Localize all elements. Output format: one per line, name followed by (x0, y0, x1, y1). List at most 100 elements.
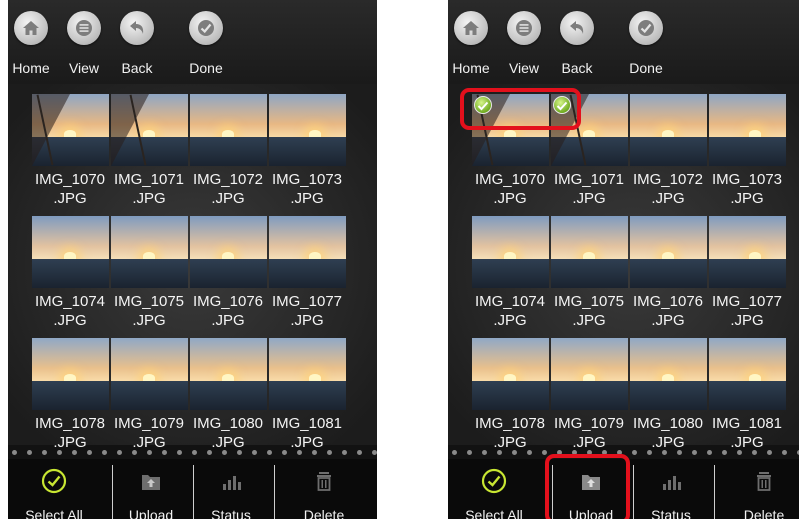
back-label: Back (561, 60, 593, 76)
page-dot (752, 450, 757, 455)
page-dot (312, 450, 317, 455)
photo-thumbnail[interactable] (32, 216, 109, 288)
photo-thumbnail[interactable] (111, 338, 188, 410)
photo-thumbnail[interactable] (551, 216, 628, 288)
page-dot (677, 450, 682, 455)
home-icon (454, 11, 488, 45)
page-dot (467, 450, 472, 455)
photo-thumbnail[interactable] (709, 338, 786, 410)
photo-thumbnail[interactable] (551, 338, 628, 410)
photo-thumbnail[interactable] (472, 216, 549, 288)
back-arrow-icon (120, 11, 154, 45)
photo-thumbnail[interactable] (190, 338, 267, 410)
status-label: Status (211, 507, 251, 519)
page-dot (207, 450, 212, 455)
photo-thumbnail[interactable] (630, 338, 707, 410)
home-icon (14, 11, 48, 45)
list-view-icon (67, 11, 101, 45)
upload-highlight (545, 454, 630, 519)
file-name-label: IMG_1072 .JPG (632, 171, 704, 207)
file-name-label: IMG_1079 .JPG (113, 415, 185, 451)
page-dots (8, 448, 377, 458)
page-dot (297, 450, 302, 455)
bar-chart-icon (223, 476, 241, 490)
back-button[interactable]: Back (547, 0, 607, 84)
file-name-label: IMG_1075 .JPG (553, 293, 625, 329)
page-dot (722, 450, 727, 455)
delete-label: Delete (743, 507, 785, 519)
upload-folder-icon (142, 475, 160, 490)
page-dot (632, 450, 637, 455)
file-name-label: IMG_1078 .JPG (474, 415, 546, 451)
page-dot (72, 450, 77, 455)
thumbnail-grid: IMG_1070 .JPG IMG_1071 .JPG IMG_1072 .JPG IMG_… (8, 84, 377, 451)
file-name-label: IMG_1070 .JPG (474, 171, 546, 207)
bottom-toolbar: Select All Upload Status Delete (8, 459, 377, 519)
page-dot (452, 450, 457, 455)
photo-thumbnail[interactable] (32, 338, 109, 410)
page-dot (87, 450, 92, 455)
back-button[interactable]: Back (107, 0, 167, 84)
done-button[interactable]: Done (176, 0, 236, 84)
page-dot (117, 450, 122, 455)
photo-thumbnail[interactable] (32, 94, 109, 166)
page-dot (282, 450, 287, 455)
trash-icon (757, 472, 771, 491)
upload-button[interactable]: Upload (105, 459, 197, 519)
page-dot (342, 450, 347, 455)
delete-label: Delete (303, 507, 345, 519)
page-dot (372, 450, 377, 455)
select-all-label: Select All (25, 507, 83, 519)
file-name-label: IMG_1071 .JPG (553, 171, 625, 207)
photo-thumbnail[interactable] (630, 216, 707, 288)
list-view-icon (507, 11, 541, 45)
page-dot (707, 450, 712, 455)
done-button[interactable]: Done (616, 0, 676, 84)
select-all-icon (481, 468, 507, 494)
right-screen: Home View Back Done IMG_1070 .JPG IMG_1071… (448, 0, 799, 519)
view-button[interactable]: View (494, 0, 554, 84)
file-name-label: IMG_1078 .JPG (34, 415, 106, 451)
photo-thumbnail[interactable] (709, 94, 786, 166)
view-label: View (68, 60, 100, 76)
photo-thumbnail[interactable] (190, 94, 267, 166)
select-all-label: Select All (465, 507, 523, 519)
page-dot (27, 450, 32, 455)
page-dot (147, 450, 152, 455)
status-button[interactable]: Status (185, 459, 277, 519)
page-dot (647, 450, 652, 455)
checkmark-icon (189, 11, 223, 45)
file-name-label: IMG_1081 .JPG (271, 415, 343, 451)
page-dot (737, 450, 742, 455)
photo-thumbnail[interactable] (269, 338, 346, 410)
bar-chart-icon (663, 476, 681, 490)
toolbar-divider (714, 465, 715, 519)
view-button[interactable]: View (54, 0, 114, 84)
delete-button[interactable]: Delete (278, 459, 370, 519)
page-dot (542, 450, 547, 455)
selection-highlight (460, 88, 581, 130)
file-name-label: IMG_1071 .JPG (113, 171, 185, 207)
page-dot (252, 450, 257, 455)
photo-thumbnail[interactable] (190, 216, 267, 288)
select-all-button[interactable]: Select All (8, 459, 100, 519)
page-dot (192, 450, 197, 455)
delete-button[interactable]: Delete (718, 459, 799, 519)
status-label: Status (651, 507, 691, 519)
file-name-label: IMG_1076 .JPG (632, 293, 704, 329)
page-dot (12, 450, 17, 455)
photo-thumbnail[interactable] (111, 94, 188, 166)
select-all-button[interactable]: Select All (448, 459, 540, 519)
page-dot (527, 450, 532, 455)
status-button[interactable]: Status (625, 459, 717, 519)
photo-thumbnail[interactable] (472, 338, 549, 410)
photo-thumbnail[interactable] (269, 94, 346, 166)
top-toolbar: Home View Back Done (448, 0, 799, 84)
photo-thumbnail[interactable] (630, 94, 707, 166)
select-all-icon (41, 468, 67, 494)
photo-thumbnail[interactable] (269, 216, 346, 288)
file-name-label: IMG_1076 .JPG (192, 293, 264, 329)
done-label: Done (189, 60, 223, 76)
photo-thumbnail[interactable] (111, 216, 188, 288)
photo-thumbnail[interactable] (709, 216, 786, 288)
